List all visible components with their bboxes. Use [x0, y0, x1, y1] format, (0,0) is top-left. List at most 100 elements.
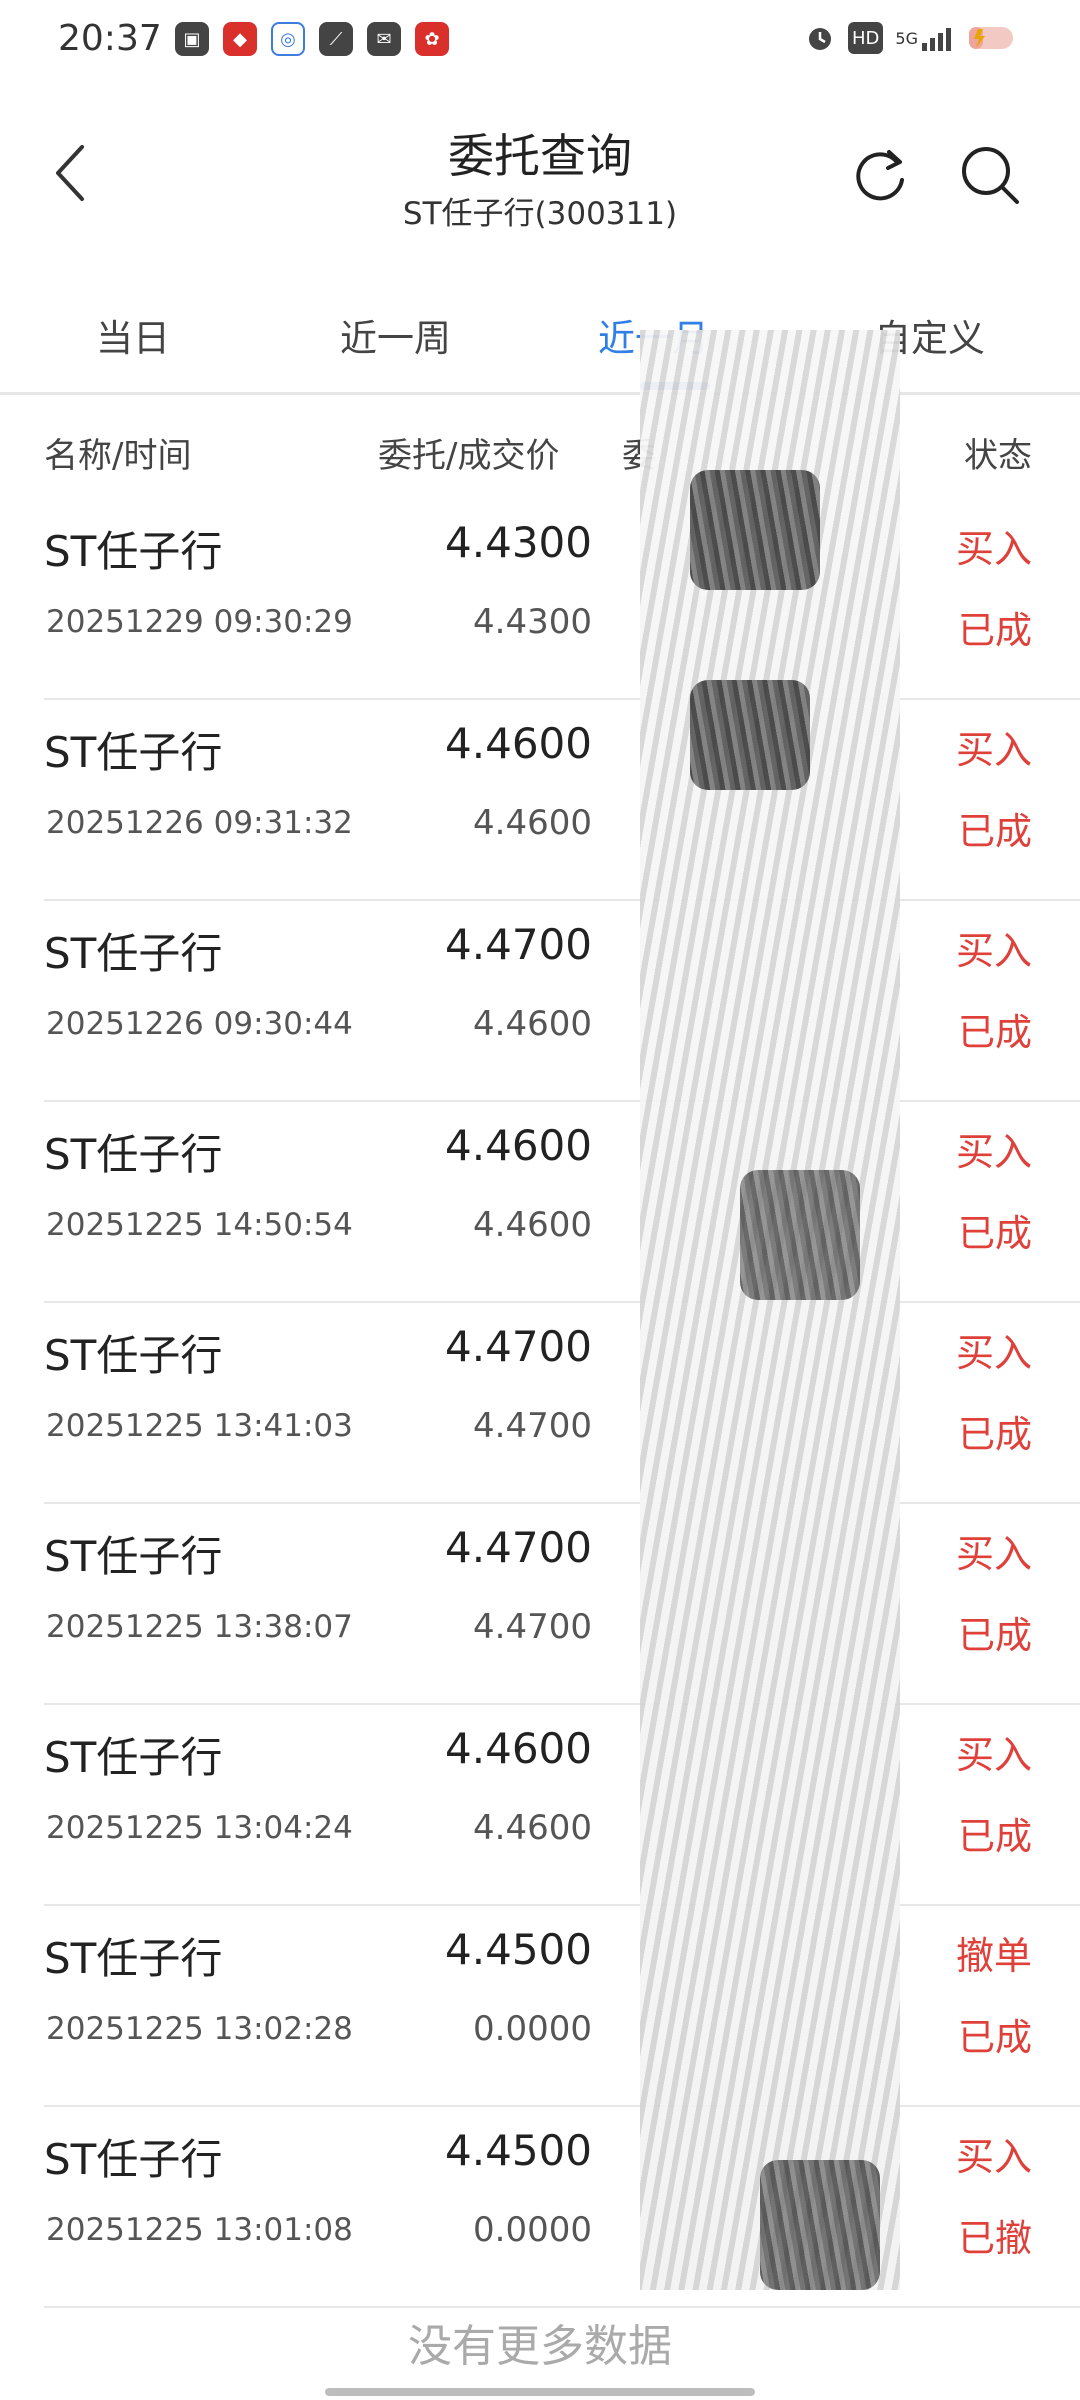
gift-app-icon: ✿ — [415, 22, 449, 56]
status-bar: 20:37 ▣ ◆ ◎ ⟋ ✉ ✿ HD 5G — [0, 0, 1080, 80]
order-status: 已成 — [958, 1212, 1032, 1255]
row-divider — [44, 1301, 1080, 1303]
order-direction: 买入 — [955, 2135, 1032, 2179]
order-row[interactable]: ST任子行 4.4600 20251226 09:31:32 4.4600 买入 已成 — [0, 701, 1080, 901]
order-direction: 买入 — [955, 1130, 1032, 1174]
order-status: 已成 — [958, 609, 1032, 652]
redaction-blot — [690, 470, 820, 590]
order-time: 20251225 13:01:08 — [46, 2212, 353, 2248]
refresh-button[interactable] — [845, 140, 915, 210]
order-price: 4.4600 — [445, 719, 592, 768]
order-direction: 买入 — [955, 527, 1032, 571]
alarm-icon — [804, 22, 836, 54]
order-time: 20251226 09:30:44 — [46, 1006, 353, 1042]
link-app-icon: ⟋ — [319, 22, 353, 56]
order-deal-price: 4.4700 — [473, 1607, 592, 1647]
order-row[interactable]: ST任子行 4.4600 20251225 14:50:54 4.4600 买入已成 — [0, 1103, 1080, 1303]
order-status: 已成 — [958, 1614, 1032, 1657]
col-price: 委托/成交价 — [378, 436, 560, 476]
browser-app-icon: ◎ — [271, 22, 305, 56]
order-row[interactable]: ST任子行 4.4500 20251225 13:01:08 0.0000 买入已撤 — [0, 2108, 1080, 2308]
order-status: 已撤 — [958, 2217, 1032, 2260]
order-deal-price: 0.0000 — [473, 2009, 592, 2049]
row-divider — [44, 1502, 1080, 1504]
order-direction: 撤单 — [955, 1934, 1032, 1978]
order-time: 20251225 14:50:54 — [46, 1207, 353, 1243]
redaction-overlay — [640, 330, 900, 2290]
period-tabs: 当日 近一周 近一月 自定义 — [0, 290, 1080, 390]
order-name: ST任子行 — [44, 1733, 223, 1782]
order-price: 4.4600 — [445, 1724, 592, 1773]
order-name: ST任子行 — [44, 1130, 223, 1179]
order-name: ST任子行 — [44, 527, 223, 576]
order-deal-price: 4.4600 — [473, 1205, 592, 1245]
order-direction: 买入 — [955, 1532, 1032, 1576]
order-deal-price: 0.0000 — [473, 2210, 592, 2250]
tabs-divider — [0, 392, 1080, 395]
tab-today[interactable]: 当日 — [96, 308, 170, 362]
redaction-blot — [740, 1170, 860, 1300]
order-price: 4.4700 — [445, 1523, 592, 1572]
row-divider — [44, 2105, 1080, 2107]
status-app-icons: ▣ ◆ ◎ ⟋ ✉ ✿ — [175, 22, 449, 56]
page-title: 委托查询 — [448, 129, 632, 183]
news-app-icon: ◆ — [223, 22, 257, 56]
order-name: ST任子行 — [44, 1934, 223, 1983]
row-divider — [44, 1703, 1080, 1705]
order-price: 4.4500 — [445, 1925, 592, 1974]
order-time: 20251225 13:04:24 — [46, 1810, 353, 1846]
order-status: 已成 — [958, 2016, 1032, 2059]
order-name: ST任子行 — [44, 1331, 223, 1380]
order-direction: 买入 — [955, 728, 1032, 772]
no-more-data: 没有更多数据 — [408, 2321, 672, 2372]
tab-week[interactable]: 近一周 — [340, 308, 451, 362]
order-deal-price: 4.4600 — [473, 1004, 592, 1044]
redaction-blot — [760, 2160, 880, 2290]
order-price: 4.4500 — [445, 2126, 592, 2175]
home-indicator[interactable] — [325, 2388, 755, 2396]
col-status: 状态 — [964, 436, 1032, 476]
page-header: 委托查询 ST任子行(300311) — [0, 110, 1080, 240]
order-status: 已成 — [958, 810, 1032, 853]
order-row[interactable]: ST任子行 4.4600 20251225 13:04:24 4.4600 买入 已成 — [0, 1706, 1080, 1906]
order-name: ST任子行 — [44, 1532, 223, 1581]
row-divider — [44, 1100, 1080, 1102]
order-time: 20251226 09:31:32 — [46, 805, 353, 841]
order-status: 已成 — [958, 1413, 1032, 1456]
order-row[interactable]: ST任子行 4.4700 20251225 13:38:07 4.4700 买入已成 — [0, 1505, 1080, 1705]
order-row[interactable]: ST任子行 4.4700 20251226 09:30:44 4.4600 买入 已成 — [0, 902, 1080, 1102]
message-app-icon: ✉ — [367, 22, 401, 56]
order-name: ST任子行 — [44, 728, 223, 777]
status-indicators: HD 5G — [804, 22, 1020, 54]
battery-icon — [968, 22, 1020, 54]
order-time: 20251225 13:02:28 — [46, 2011, 353, 2047]
row-divider — [44, 899, 1080, 901]
col-name-time: 名称/时间 — [44, 436, 192, 476]
search-button[interactable] — [955, 140, 1025, 210]
order-price: 4.4600 — [445, 1121, 592, 1170]
order-name: ST任子行 — [44, 929, 223, 978]
order-row[interactable]: ST任子行 4.4300 20251229 09:30:29 4.4300 买入 已成 — [0, 500, 1080, 700]
redaction-blot — [690, 680, 810, 790]
order-deal-price: 4.4700 — [473, 1406, 592, 1446]
order-row[interactable]: ST任子行 4.4500 20251225 13:02:28 0.0000 撤单已成 — [0, 1907, 1080, 2107]
refresh-icon — [856, 150, 904, 201]
order-direction: 买入 — [955, 1331, 1032, 1375]
order-status: 已成 — [958, 1815, 1032, 1858]
hd-icon: HD — [848, 22, 884, 54]
order-time: 20251225 13:38:07 — [46, 1609, 353, 1645]
order-name: ST任子行 — [44, 2135, 223, 2184]
search-icon — [962, 147, 1019, 204]
order-row[interactable]: ST任子行 4.4700 20251225 13:41:03 4.4700 买入 已成 — [0, 1304, 1080, 1504]
order-deal-price: 4.4300 — [473, 602, 592, 642]
app-notification-icon: ▣ — [175, 22, 209, 56]
network-type: 5G — [895, 28, 918, 48]
order-status: 已成 — [958, 1011, 1032, 1054]
signal-icon: 5G — [895, 22, 956, 54]
stock-subtitle: ST任子行(300311) — [402, 196, 678, 232]
order-direction: 买入 — [955, 1733, 1032, 1777]
status-time: 20:37 — [58, 18, 162, 59]
order-time: 20251225 13:41:03 — [46, 1408, 353, 1444]
row-divider — [44, 1904, 1080, 1906]
row-divider — [44, 2306, 1080, 2308]
